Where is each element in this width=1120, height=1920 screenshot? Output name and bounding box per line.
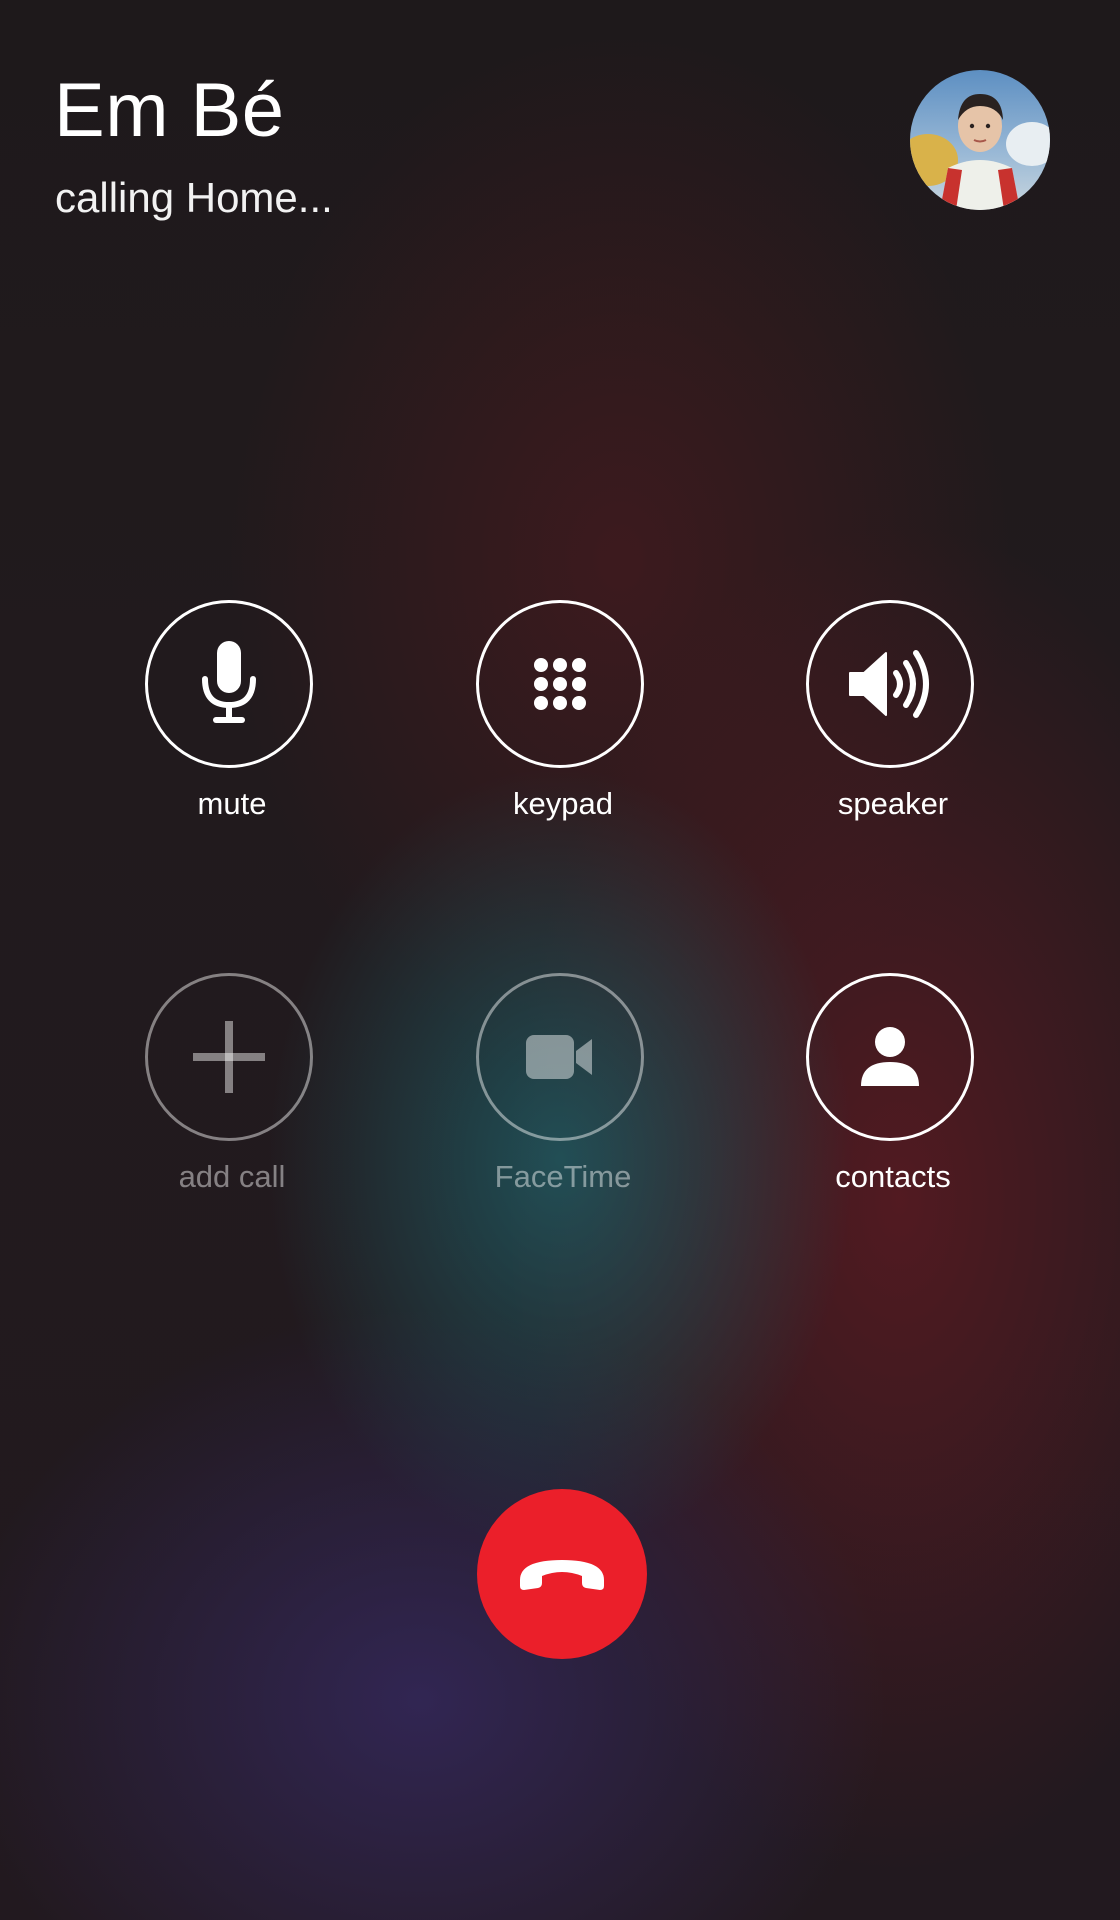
add-call-ring[interactable] [145, 973, 313, 1141]
caller-name: Em Bé [54, 68, 285, 153]
call-screen: Em Bé calling Home... mute keypad speake… [0, 0, 1120, 1920]
contacts-button[interactable]: contacts [773, 973, 1013, 1213]
mute-button[interactable]: mute [112, 600, 352, 840]
phone-hangup-icon [520, 1560, 604, 1590]
contact-avatar [910, 70, 1050, 210]
facetime-ring[interactable] [476, 973, 644, 1141]
mute-ring[interactable] [145, 600, 313, 768]
person-icon [861, 1027, 919, 1086]
facetime-label: FaceTime [494, 1159, 632, 1194]
speaker-ring[interactable] [806, 600, 974, 768]
speaker-icon [849, 650, 929, 718]
keypad-label: keypad [513, 786, 613, 821]
keypad-button[interactable]: keypad [443, 600, 683, 840]
mute-label: mute [197, 786, 267, 821]
keypad-icon [534, 658, 586, 710]
microphone-icon [202, 641, 256, 723]
keypad-ring[interactable] [476, 600, 644, 768]
call-status: calling Home... [55, 174, 333, 221]
add-call-button[interactable]: add call [112, 973, 352, 1213]
contacts-label: contacts [835, 1159, 951, 1194]
end-call-button[interactable] [477, 1489, 647, 1659]
speaker-label: speaker [837, 786, 949, 821]
speaker-button[interactable]: speaker [773, 600, 1013, 840]
video-camera-icon [526, 1035, 592, 1079]
facetime-button[interactable]: FaceTime [443, 973, 683, 1213]
plus-icon [193, 1021, 265, 1093]
add-call-label: add call [178, 1159, 286, 1194]
contacts-ring[interactable] [806, 973, 974, 1141]
